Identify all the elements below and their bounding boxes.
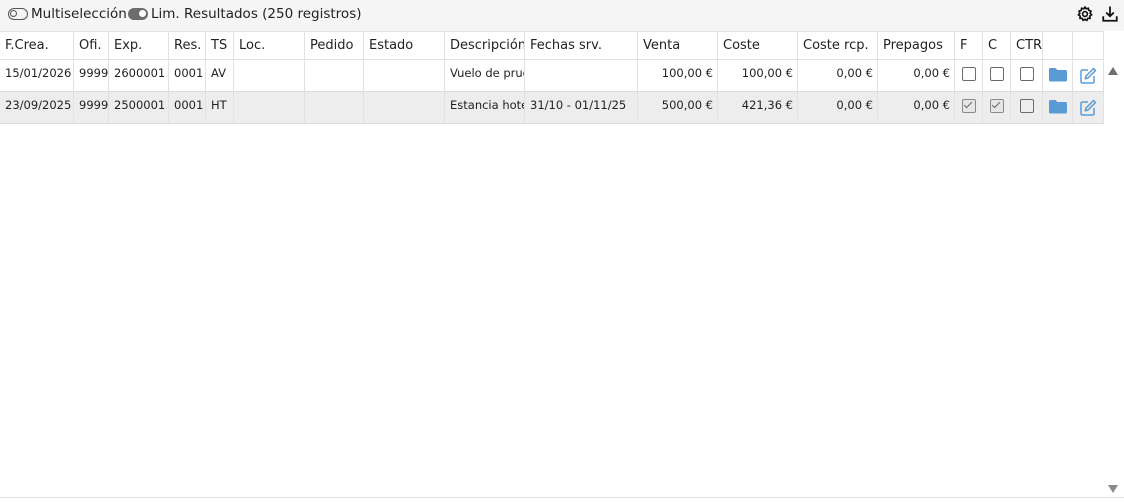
- column-header-coste[interactable]: Coste: [718, 32, 798, 59]
- table-row[interactable]: 23/09/2025 9999 2500001 0001 HT Estancia…: [0, 92, 1104, 124]
- cell-fcrea: 15/01/2026: [0, 60, 74, 91]
- toolbar: Multiselección Lim. Resultados (250 regi…: [0, 0, 1124, 31]
- multiselect-label: Multiselección: [31, 6, 127, 22]
- multiselect-toggle-group[interactable]: Multiselección: [8, 6, 127, 22]
- cell-f: [955, 92, 983, 123]
- bottom-divider: [0, 497, 1124, 498]
- column-header-pedido[interactable]: Pedido: [305, 32, 364, 59]
- column-header-exp[interactable]: Exp.: [109, 32, 169, 59]
- column-header-res[interactable]: Res.: [169, 32, 206, 59]
- cell-edit: [1073, 92, 1104, 123]
- table-header-row: F.Crea. Ofi. Exp. Res. TS Loc. Pedido Es…: [0, 31, 1104, 60]
- cell-ts: HT: [206, 92, 234, 123]
- cell-prepagos: 0,00 €: [878, 60, 955, 91]
- f-checkbox[interactable]: [961, 67, 976, 81]
- folder-icon[interactable]: [1048, 98, 1068, 114]
- limit-results-switch[interactable]: [128, 8, 148, 20]
- download-icon[interactable]: [1101, 5, 1119, 23]
- cell-loc: [234, 92, 305, 123]
- cell-loc: [234, 60, 305, 91]
- edit-icon[interactable]: [1078, 66, 1098, 86]
- column-header-estado[interactable]: Estado: [364, 32, 445, 59]
- cell-c: [983, 60, 1011, 91]
- switch-knob: [139, 10, 146, 17]
- column-header-ts[interactable]: TS: [206, 32, 234, 59]
- cell-estado: [364, 92, 445, 123]
- cell-ofi: 9999: [74, 92, 109, 123]
- folder-icon[interactable]: [1048, 66, 1068, 82]
- cell-coste: 421,36 €: [718, 92, 798, 123]
- cell-pedido: [305, 60, 364, 91]
- cell-prepagos: 0,00 €: [878, 92, 955, 123]
- limit-results-label: Lim. Resultados (250 registros): [151, 6, 362, 22]
- column-header-coste-rcp[interactable]: Coste rcp.: [798, 32, 878, 59]
- cell-exp: 2600001: [109, 60, 169, 91]
- c-checkbox[interactable]: [989, 99, 1004, 113]
- column-header-edit: [1073, 32, 1104, 59]
- cell-fechas-srv: 31/10 - 01/11/25: [525, 92, 638, 123]
- multiselect-switch[interactable]: [8, 8, 28, 20]
- gear-icon[interactable]: [1076, 5, 1094, 23]
- cell-folder: [1043, 92, 1073, 123]
- triangle-down-icon[interactable]: [1107, 484, 1119, 494]
- cell-coste-rcp: 0,00 €: [798, 60, 878, 91]
- cell-coste-rcp: 0,00 €: [798, 92, 878, 123]
- limit-results-toggle-group[interactable]: Lim. Resultados (250 registros): [128, 6, 362, 22]
- cell-pedido: [305, 92, 364, 123]
- f-checkbox[interactable]: [961, 99, 976, 113]
- cell-ts: AV: [206, 60, 234, 91]
- cell-coste: 100,00 €: [718, 60, 798, 91]
- triangle-up-icon[interactable]: [1107, 66, 1119, 76]
- column-header-ctr[interactable]: CTR: [1011, 32, 1043, 59]
- column-header-descripcion[interactable]: Descripción: [445, 32, 525, 59]
- cell-ctr: [1011, 60, 1043, 91]
- ctr-checkbox[interactable]: [1019, 99, 1034, 113]
- cell-fechas-srv: [525, 60, 638, 91]
- cell-exp: 2500001: [109, 92, 169, 123]
- cell-venta: 500,00 €: [638, 92, 718, 123]
- column-header-f[interactable]: F: [955, 32, 983, 59]
- switch-knob: [10, 10, 17, 17]
- cell-f: [955, 60, 983, 91]
- cell-fcrea: 23/09/2025: [0, 92, 74, 123]
- cell-estado: [364, 60, 445, 91]
- cell-descripcion: Estancia hotel: [445, 92, 525, 123]
- cell-venta: 100,00 €: [638, 60, 718, 91]
- cell-ofi: 9999: [74, 60, 109, 91]
- column-header-prepagos[interactable]: Prepagos: [878, 32, 955, 59]
- cell-descripcion: Vuelo de prue: [445, 60, 525, 91]
- cell-res: 0001: [169, 92, 206, 123]
- cell-res: 0001: [169, 60, 206, 91]
- column-header-fechas-srv[interactable]: Fechas srv.: [525, 32, 638, 59]
- c-checkbox[interactable]: [989, 67, 1004, 81]
- column-header-venta[interactable]: Venta: [638, 32, 718, 59]
- column-header-ofi[interactable]: Ofi.: [74, 32, 109, 59]
- cell-ctr: [1011, 92, 1043, 123]
- cell-folder: [1043, 60, 1073, 91]
- table-row[interactable]: 15/01/2026 9999 2600001 0001 AV Vuelo de…: [0, 60, 1104, 92]
- ctr-checkbox[interactable]: [1019, 67, 1034, 81]
- column-header-loc[interactable]: Loc.: [234, 32, 305, 59]
- cell-edit: [1073, 60, 1104, 91]
- column-header-folder: [1043, 32, 1073, 59]
- edit-icon[interactable]: [1078, 98, 1098, 118]
- column-header-c[interactable]: C: [983, 32, 1011, 59]
- cell-c: [983, 92, 1011, 123]
- column-header-fcrea[interactable]: F.Crea.: [0, 32, 74, 59]
